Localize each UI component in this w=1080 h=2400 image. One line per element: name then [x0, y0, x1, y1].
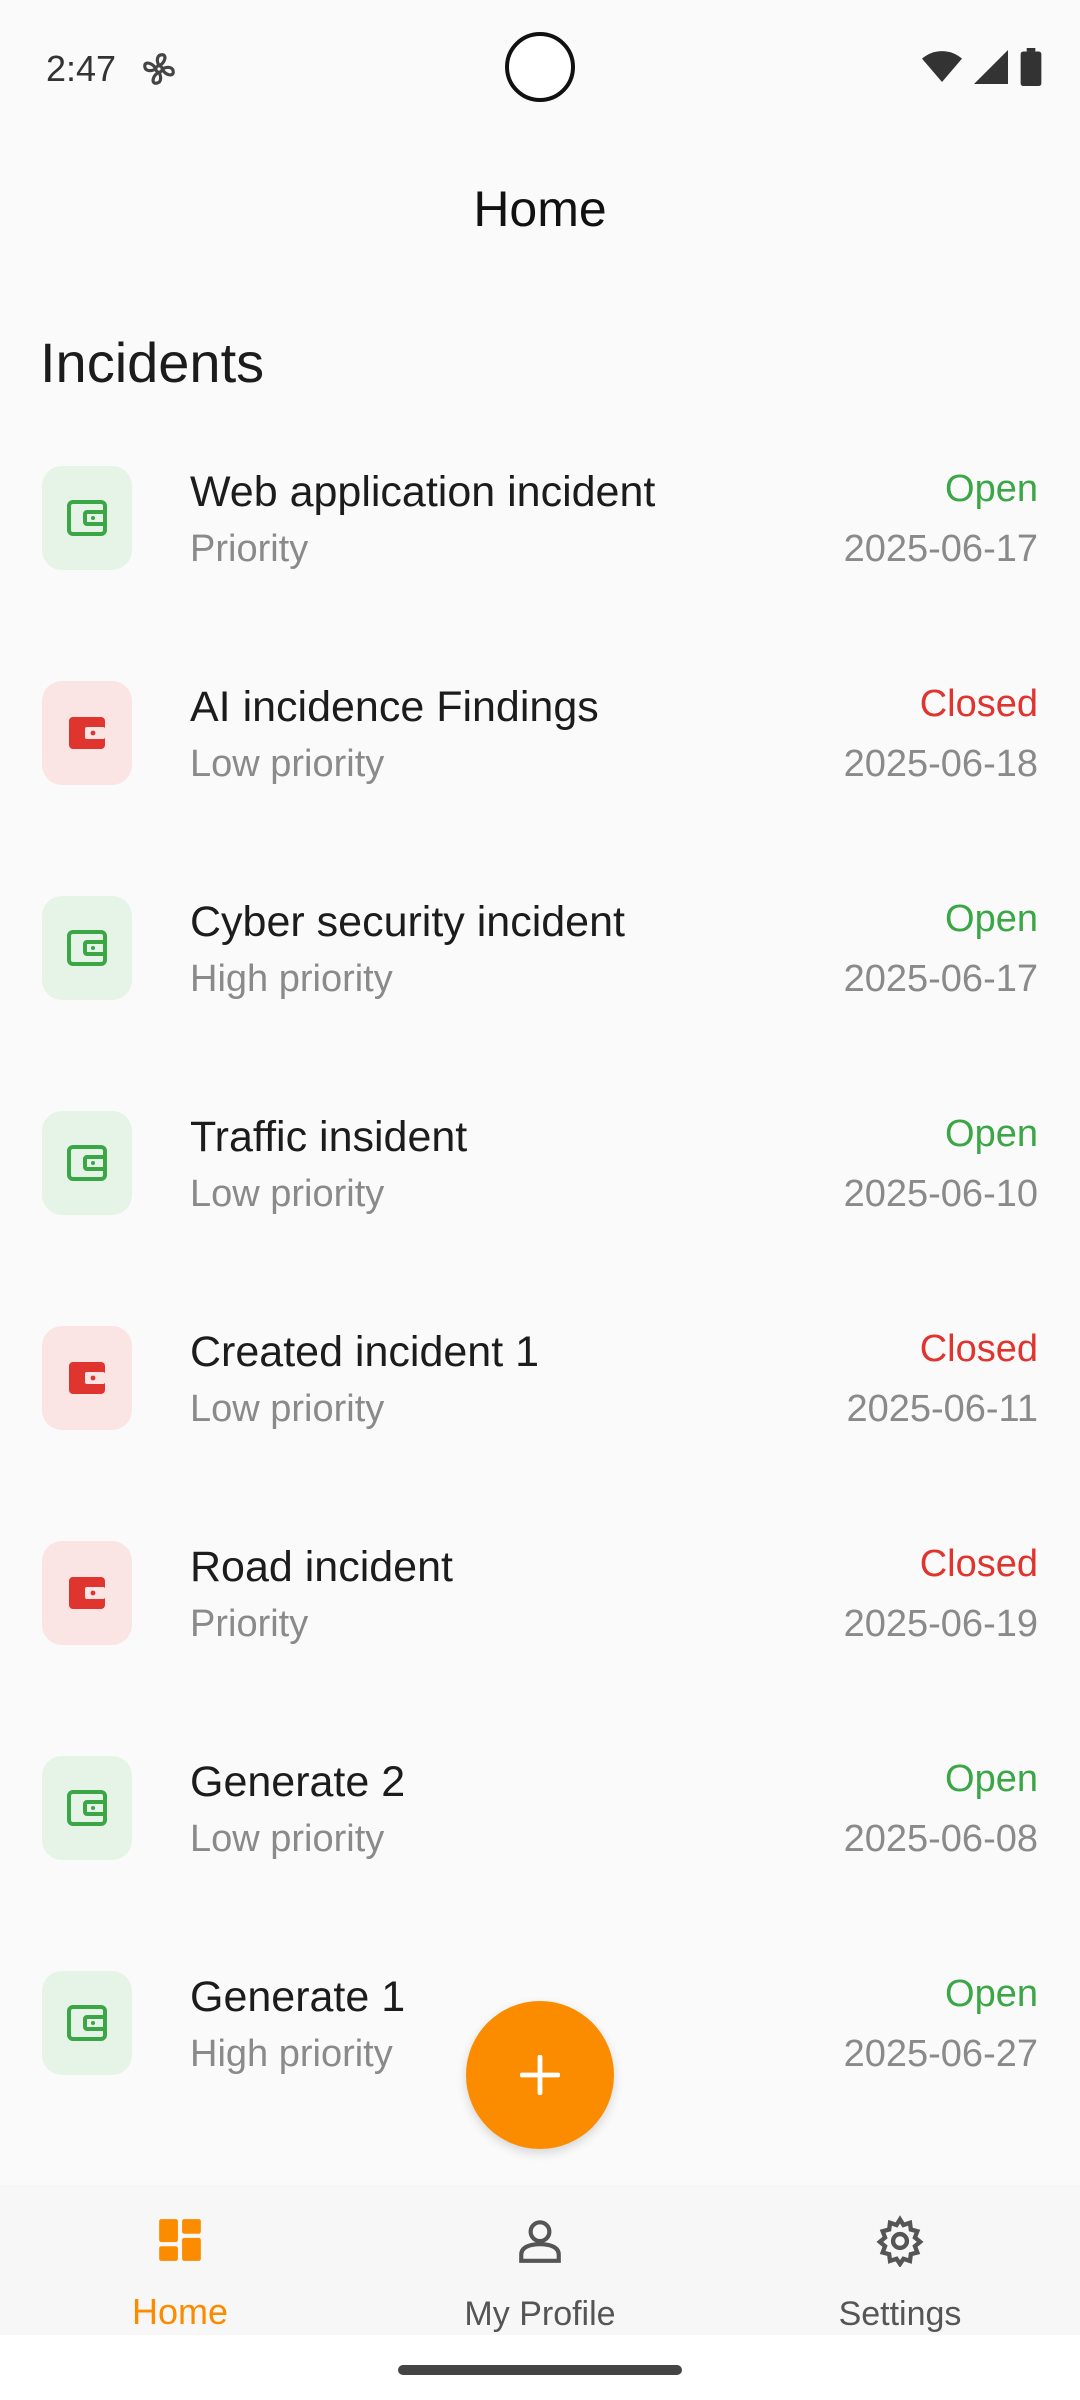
gesture-area: [0, 2335, 1080, 2400]
incident-date: 2025-06-27: [843, 2033, 1038, 2075]
wallet-icon: [42, 681, 132, 785]
nav-my-profile-label: My Profile: [464, 2295, 616, 2333]
section-title: Incidents: [40, 331, 265, 394]
wifi-icon: [922, 51, 962, 82]
bottom-nav: Home My Profile Settings: [0, 2185, 1080, 2335]
nav-settings-label: Settings: [838, 2295, 962, 2333]
incident-priority: Priority: [190, 1603, 309, 1645]
incident-status: Closed: [919, 683, 1038, 725]
incident-title: Created incident 1: [190, 1328, 539, 1376]
incident-date: 2025-06-10: [843, 1173, 1038, 1215]
incident-title: Cyber security incident: [190, 898, 625, 946]
incident-date: 2025-06-11: [846, 1388, 1038, 1430]
incident-priority: Low priority: [190, 1173, 385, 1215]
nav-home[interactable]: Home: [0, 2185, 360, 2335]
home-gesture-bar[interactable]: [398, 2365, 682, 2375]
incident-status: Closed: [919, 1543, 1038, 1585]
incident-row[interactable]: Traffic insident Low priority Open 2025-…: [0, 1075, 1080, 1290]
gear-icon: [876, 2215, 924, 2267]
person-icon: [519, 2220, 561, 2263]
incident-row[interactable]: Web application incident Priority Open 2…: [0, 430, 1080, 645]
incident-title: Generate 2: [190, 1758, 406, 1806]
incident-row[interactable]: AI incidence Findings Low priority Close…: [0, 645, 1080, 860]
incident-row[interactable]: Cyber security incident High priority Op…: [0, 860, 1080, 1075]
nav-my-profile[interactable]: My Profile: [360, 2185, 720, 2335]
incident-status: Open: [945, 1758, 1038, 1800]
wallet-icon: [42, 1326, 132, 1430]
incident-status: Open: [945, 468, 1038, 510]
incident-priority: High priority: [190, 2033, 393, 2075]
nav-home-label: Home: [131, 2291, 229, 2332]
incident-status: Open: [945, 1973, 1038, 2015]
status-time: 2:47: [46, 48, 117, 89]
nav-settings[interactable]: Settings: [720, 2185, 1080, 2335]
status-bar: 2:47: [0, 0, 1080, 140]
status-icons: [922, 48, 1042, 86]
fan-icon: [143, 53, 175, 85]
wallet-icon: [42, 1971, 132, 2075]
incident-date: 2025-06-17: [843, 958, 1038, 1000]
incident-title: AI incidence Findings: [190, 683, 599, 731]
incident-priority: High priority: [190, 958, 393, 1000]
incident-priority: Low priority: [190, 1818, 385, 1860]
incident-row[interactable]: Created incident 1 Low priority Closed 2…: [0, 1290, 1080, 1505]
dashboard-icon: [159, 2219, 201, 2261]
plus-icon: [520, 2055, 560, 2095]
add-incident-button[interactable]: [466, 2001, 614, 2149]
wallet-icon: [42, 1541, 132, 1645]
incident-priority: Low priority: [190, 743, 385, 785]
wallet-icon: [42, 466, 132, 570]
incident-priority: Low priority: [190, 1388, 385, 1430]
incident-status: Closed: [919, 1328, 1038, 1370]
camera-cutout: [505, 32, 575, 102]
battery-icon: [1020, 48, 1042, 86]
app-bar-title: Home: [473, 181, 607, 237]
signal-icon: [974, 50, 1008, 84]
incident-row[interactable]: Road incident Priority Closed 2025-06-19: [0, 1505, 1080, 1720]
incident-title: Traffic insident: [190, 1113, 468, 1161]
incident-title: Generate 1: [190, 1973, 406, 2021]
incident-status: Open: [945, 898, 1038, 940]
incident-date: 2025-06-19: [843, 1603, 1038, 1645]
incident-priority: Priority: [190, 528, 309, 570]
wallet-icon: [42, 896, 132, 1000]
incident-title: Web application incident: [190, 468, 656, 516]
wallet-icon: [42, 1111, 132, 1215]
incident-date: 2025-06-08: [843, 1818, 1038, 1860]
incident-row[interactable]: Generate 2 Low priority Open 2025-06-08: [0, 1720, 1080, 1935]
incident-date: 2025-06-18: [843, 743, 1038, 785]
incident-date: 2025-06-17: [843, 528, 1038, 570]
incident-status: Open: [945, 1113, 1038, 1155]
incident-title: Road incident: [190, 1543, 453, 1591]
incident-list: Web application incident Priority Open 2…: [0, 430, 1080, 2150]
wallet-icon: [42, 1756, 132, 1860]
